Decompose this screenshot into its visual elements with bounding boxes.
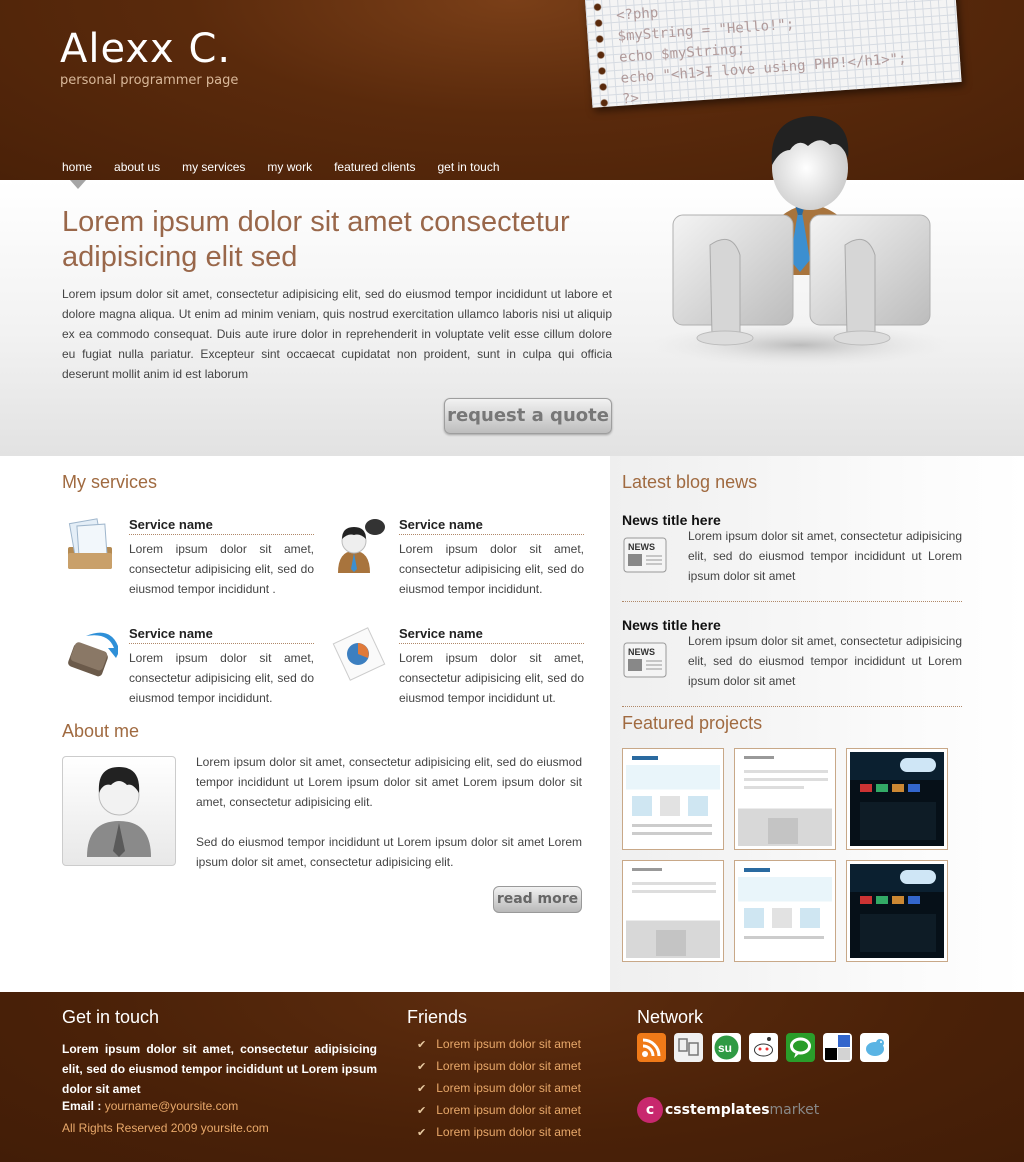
thumb-dark-site bbox=[850, 752, 944, 846]
read-more-button[interactable]: read more bbox=[493, 886, 582, 913]
newspaper-icon: NEWS bbox=[623, 642, 667, 678]
csstemplates-market-logo[interactable]: c csstemplatesmarket bbox=[637, 1097, 819, 1123]
paper-holes bbox=[590, 0, 611, 108]
check-icon: ✔ bbox=[417, 1083, 427, 1095]
hero-title: Lorem ipsum dolor sit amet consectetur a… bbox=[62, 206, 570, 273]
stumbleupon-icon[interactable]: su bbox=[712, 1033, 741, 1062]
svg-text:NEWS: NEWS bbox=[628, 647, 655, 657]
hard-drive-upload-icon bbox=[68, 632, 118, 677]
pie-chart-document-icon bbox=[332, 627, 386, 681]
service-name: Service name bbox=[129, 626, 314, 644]
check-icon: ✔ bbox=[417, 1061, 427, 1073]
delicious-icon[interactable] bbox=[674, 1033, 703, 1062]
person-chat-icon bbox=[338, 519, 385, 573]
friend-link[interactable]: ✔ Lorem ipsum dolor sit amet bbox=[417, 1125, 581, 1139]
news-text: Lorem ipsum dolor sit amet, consectetur … bbox=[688, 529, 962, 583]
brand-suffix: market bbox=[769, 1102, 820, 1118]
news-text: Lorem ipsum dolor sit amet, consectetur … bbox=[688, 634, 962, 688]
email-link[interactable]: yourname@yoursite.com bbox=[105, 1099, 239, 1113]
site-title[interactable]: Alexx C. bbox=[60, 26, 231, 72]
technorati-icon[interactable] bbox=[786, 1033, 815, 1062]
thumb-gray-site bbox=[626, 864, 720, 958]
news-item[interactable]: News title here NEWS Lorem ipsum dolor s… bbox=[622, 512, 962, 602]
folder-documents-icon bbox=[68, 518, 112, 569]
email-label: Email : bbox=[62, 1099, 102, 1113]
programmer-illustration bbox=[650, 116, 950, 367]
avatar-person-icon bbox=[87, 767, 151, 857]
footer-copyright: All Rights Reserved 2009 yoursite.com bbox=[62, 1121, 269, 1135]
brand-letter-c: c bbox=[637, 1097, 663, 1123]
nav-get-in-touch[interactable]: get in touch bbox=[437, 160, 499, 174]
footer-contact-text: Lorem ipsum dolor sit amet, consectetur … bbox=[62, 1042, 377, 1096]
footer-network-title: Network bbox=[637, 1007, 704, 1027]
nav-active-indicator bbox=[70, 180, 86, 189]
service-item[interactable]: Service name Lorem ipsum dolor sit amet,… bbox=[332, 517, 584, 607]
services-title: My services bbox=[62, 472, 158, 492]
project-thumbnail[interactable] bbox=[622, 748, 724, 850]
service-text: Lorem ipsum dolor sit amet, consectetur … bbox=[129, 542, 314, 596]
svg-text:NEWS: NEWS bbox=[628, 542, 655, 552]
delicious-squares-icon[interactable] bbox=[823, 1033, 852, 1062]
project-thumbnail[interactable] bbox=[734, 860, 836, 962]
friend-link[interactable]: ✔ Lorem ipsum dolor sit amet bbox=[417, 1103, 581, 1117]
service-text: Lorem ipsum dolor sit amet, consectetur … bbox=[399, 651, 584, 705]
about-paragraph: Sed do eiusmod tempor incididunt ut Lore… bbox=[196, 835, 582, 869]
service-name: Service name bbox=[399, 517, 584, 535]
service-name: Service name bbox=[129, 517, 314, 535]
friend-link-label: Lorem ipsum dolor sit amet bbox=[436, 1059, 581, 1073]
nav-my-work[interactable]: my work bbox=[267, 160, 312, 174]
news-divider bbox=[622, 601, 962, 602]
project-thumbnail[interactable] bbox=[734, 748, 836, 850]
check-icon: ✔ bbox=[417, 1105, 427, 1117]
rss-icon[interactable] bbox=[637, 1033, 666, 1062]
friend-link[interactable]: ✔ Lorem ipsum dolor sit amet bbox=[417, 1059, 581, 1073]
nav-about-us[interactable]: about us bbox=[114, 160, 160, 174]
service-item[interactable]: Service name Lorem ipsum dolor sit amet,… bbox=[332, 626, 584, 716]
thumb-gray-site bbox=[738, 752, 832, 846]
project-thumbnail[interactable] bbox=[622, 860, 724, 962]
hero-text: Lorem ipsum dolor sit amet, consectetur … bbox=[62, 287, 612, 381]
nav-my-services[interactable]: my services bbox=[182, 160, 245, 174]
about-paragraph: Lorem ipsum dolor sit amet, consectetur … bbox=[196, 755, 582, 809]
check-icon: ✔ bbox=[417, 1039, 427, 1051]
check-icon: ✔ bbox=[417, 1127, 427, 1139]
about-avatar bbox=[62, 756, 176, 866]
code-paper-note: <?php $myString = "Hello!"; echo $myStri… bbox=[585, 0, 962, 108]
brand-main: csstemplates bbox=[665, 1102, 770, 1118]
service-item[interactable]: Service name Lorem ipsum dolor sit amet,… bbox=[62, 626, 314, 716]
blog-title: Latest blog news bbox=[622, 472, 758, 492]
friend-link[interactable]: ✔ Lorem ipsum dolor sit amet bbox=[417, 1037, 581, 1051]
thumb-light-site bbox=[738, 864, 832, 958]
service-name: Service name bbox=[399, 626, 584, 644]
news-divider bbox=[622, 706, 962, 707]
footer-contact-title: Get in touch bbox=[62, 1007, 160, 1027]
thumb-dark-site bbox=[850, 864, 944, 958]
thumb-light-site bbox=[626, 752, 720, 846]
project-thumbnail[interactable] bbox=[846, 748, 948, 850]
friend-link[interactable]: ✔ Lorem ipsum dolor sit amet bbox=[417, 1081, 581, 1095]
nav-featured-clients[interactable]: featured clients bbox=[334, 160, 415, 174]
footer-friends-title: Friends bbox=[407, 1007, 468, 1027]
footer-email: Email : yourname@yoursite.com bbox=[62, 1099, 238, 1113]
news-item[interactable]: News title here NEWS Lorem ipsum dolor s… bbox=[622, 617, 962, 707]
service-item[interactable]: Service name Lorem ipsum dolor sit amet,… bbox=[62, 517, 314, 607]
reddit-icon[interactable] bbox=[749, 1033, 778, 1062]
friend-link-label: Lorem ipsum dolor sit amet bbox=[436, 1037, 581, 1051]
site-subtitle: personal programmer page bbox=[60, 73, 239, 88]
svg-text:su: su bbox=[718, 1041, 732, 1055]
service-text: Lorem ipsum dolor sit amet, consectetur … bbox=[399, 542, 584, 596]
projects-title: Featured projects bbox=[622, 713, 763, 733]
project-thumbnail[interactable] bbox=[846, 860, 948, 962]
about-title: About me bbox=[62, 721, 140, 741]
request-quote-button[interactable]: request a quote bbox=[444, 398, 612, 434]
nav-home[interactable]: home bbox=[62, 160, 92, 174]
newspaper-icon: NEWS bbox=[623, 537, 667, 573]
friend-link-label: Lorem ipsum dolor sit amet bbox=[436, 1103, 581, 1117]
main-nav: home about us my services my work featur… bbox=[62, 160, 522, 174]
service-text: Lorem ipsum dolor sit amet, consectetur … bbox=[129, 651, 314, 705]
friend-link-label: Lorem ipsum dolor sit amet bbox=[436, 1081, 581, 1095]
friend-link-label: Lorem ipsum dolor sit amet bbox=[436, 1125, 581, 1139]
twitter-bird-icon[interactable] bbox=[860, 1033, 889, 1062]
